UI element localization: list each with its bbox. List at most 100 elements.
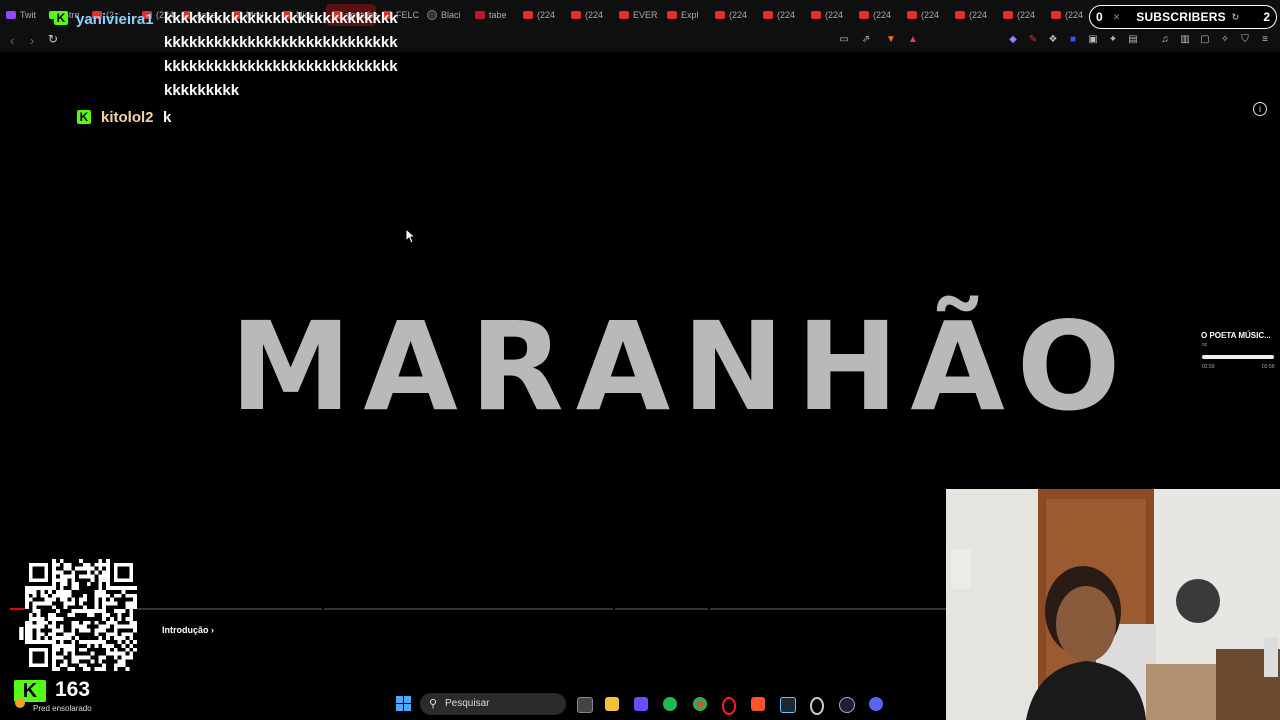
browser-tab[interactable]: (224 bbox=[757, 4, 805, 26]
browser-tab[interactable]: (224 bbox=[853, 4, 901, 26]
youtube-icon bbox=[715, 11, 725, 19]
video-title-card: MARANHÃO bbox=[230, 296, 1133, 438]
video-progress-fill bbox=[10, 608, 25, 610]
youtube-icon bbox=[619, 11, 629, 19]
youtube-icon bbox=[1051, 11, 1061, 19]
chat-text: kkkkkkkkkkkkkkkkkkkkkkkkkkkkkkkkkkkkkkkk… bbox=[164, 10, 398, 99]
subscribers-label: SUBSCRIBERS bbox=[1136, 10, 1226, 24]
tab-label: (224 bbox=[777, 10, 796, 20]
tab-label: (224 bbox=[1017, 10, 1036, 20]
chevron-right-icon: › bbox=[211, 625, 215, 635]
chat-username: yanivieira1 bbox=[76, 11, 154, 28]
subscribers-goal: 0 ✕ SUBSCRIBERS ↻ 2 bbox=[1089, 5, 1277, 29]
task-view-icon[interactable] bbox=[577, 697, 593, 713]
refresh-icon: ↻ bbox=[1231, 11, 1240, 22]
tab-label: (224 bbox=[729, 10, 748, 20]
taskbar-search[interactable]: ⚲ Pesquisar bbox=[420, 693, 566, 715]
tab-label: (224 bbox=[1065, 10, 1084, 20]
search-placeholder: Pesquisar bbox=[445, 698, 490, 709]
youtube-icon bbox=[667, 11, 677, 19]
brave-icon[interactable] bbox=[751, 697, 765, 711]
vpn-icon[interactable]: ⛉ bbox=[1239, 34, 1251, 46]
discord-icon[interactable] bbox=[869, 697, 883, 711]
extension-icon[interactable]: ▣ bbox=[1087, 34, 1099, 46]
browser-tab[interactable]: tabe bbox=[469, 4, 517, 26]
browser-tab[interactable]: Expl bbox=[661, 4, 709, 26]
song-title: O POETA MÚSIC... bbox=[1201, 331, 1271, 340]
back-icon[interactable]: ‹ bbox=[10, 33, 14, 48]
video-progress-bar[interactable] bbox=[10, 608, 946, 610]
share-icon[interactable]: ⇗ bbox=[860, 34, 872, 46]
mouse-cursor-icon bbox=[405, 228, 417, 244]
browser-tab[interactable]: (224 bbox=[997, 4, 1045, 26]
song-time-elapsed: 02:59 bbox=[1202, 364, 1215, 370]
chrome-icon[interactable] bbox=[693, 697, 707, 711]
youtube-icon bbox=[811, 11, 821, 19]
extension-icon[interactable]: ✎ bbox=[1027, 34, 1039, 46]
browser-tab[interactable]: (224 bbox=[805, 4, 853, 26]
browser-tab[interactable]: EVER bbox=[613, 4, 661, 26]
cast-icon[interactable]: ▭ bbox=[838, 34, 850, 46]
song-time-total: 02:59 bbox=[1262, 364, 1275, 370]
subscribers-goal-target: 2 bbox=[1263, 10, 1270, 24]
wallet-icon[interactable]: ▢ bbox=[1199, 34, 1211, 46]
browser-tab[interactable]: (224 bbox=[949, 4, 997, 26]
opera-icon[interactable] bbox=[722, 697, 736, 715]
leo-ai-icon[interactable]: ✧ bbox=[1219, 34, 1231, 46]
browser-tab[interactable]: Twit bbox=[0, 4, 43, 26]
browser-tab[interactable]: (224 bbox=[517, 4, 565, 26]
browser-tab[interactable]: Blaci bbox=[421, 4, 469, 26]
webcam-feed bbox=[946, 489, 1280, 720]
chat-username: kitolol2 bbox=[101, 109, 154, 126]
app-grid-icon[interactable] bbox=[634, 697, 648, 711]
qr-code bbox=[25, 559, 137, 671]
tab-label: (224 bbox=[873, 10, 892, 20]
windows-start-icon[interactable] bbox=[396, 696, 412, 712]
youtube-icon bbox=[523, 11, 533, 19]
spotify-icon[interactable] bbox=[663, 697, 677, 711]
sidebar-icon[interactable]: ▥ bbox=[1179, 34, 1191, 46]
steam-icon[interactable] bbox=[780, 697, 796, 713]
youtube-icon bbox=[907, 11, 917, 19]
forward-icon[interactable]: › bbox=[30, 33, 34, 48]
tab-label: Blaci bbox=[441, 10, 461, 20]
chapter-marker bbox=[322, 608, 324, 610]
tab-label: (224 bbox=[921, 10, 940, 20]
chapter-title[interactable]: Introdução › bbox=[162, 625, 214, 635]
menu-icon[interactable]: ≡ bbox=[1259, 34, 1271, 46]
extension-icon[interactable]: ▤ bbox=[1127, 34, 1139, 46]
browser-tab[interactable]: (224 bbox=[901, 4, 949, 26]
brave-rewards-icon[interactable]: ▲ bbox=[907, 34, 919, 46]
tab-label: (224 bbox=[969, 10, 988, 20]
kick-badge-icon: K bbox=[54, 11, 68, 25]
chapter-marker bbox=[708, 608, 710, 610]
tab-label: (224 bbox=[537, 10, 556, 20]
extension-icon[interactable]: ■ bbox=[1067, 34, 1079, 46]
brave-shield-icon[interactable]: ▼ bbox=[885, 34, 897, 46]
chapter-marker bbox=[613, 608, 615, 610]
youtube-icon bbox=[1003, 11, 1013, 19]
youtube-icon bbox=[955, 11, 965, 19]
extension-icon[interactable]: ❖ bbox=[1047, 34, 1059, 46]
tab-label: (224 bbox=[585, 10, 604, 20]
info-icon[interactable]: i bbox=[1253, 102, 1267, 116]
music-note-icon[interactable]: ♫ bbox=[1159, 34, 1171, 46]
youtube-icon bbox=[571, 11, 581, 19]
twitch-icon bbox=[6, 11, 16, 19]
reload-icon[interactable]: ↻ bbox=[48, 32, 58, 46]
app-icon[interactable] bbox=[839, 697, 855, 713]
puzzle-icon[interactable]: ✦ bbox=[1107, 34, 1119, 46]
viewer-count: 163 bbox=[55, 678, 91, 701]
browser-tab[interactable]: (224 bbox=[565, 4, 613, 26]
gmail-icon bbox=[475, 11, 485, 19]
extension-icon[interactable]: ◆ bbox=[1007, 34, 1019, 46]
song-progress-bar bbox=[1202, 355, 1274, 359]
file-explorer-icon[interactable] bbox=[605, 697, 619, 711]
browser-tab[interactable]: (224 bbox=[709, 4, 757, 26]
tab-label: Twit bbox=[20, 10, 37, 20]
tab-label: tabe bbox=[489, 10, 507, 20]
chapter-label: Introdução bbox=[162, 625, 209, 635]
app-icon[interactable] bbox=[810, 697, 824, 715]
kick-badge-icon: K bbox=[77, 110, 91, 124]
browser-tab[interactable]: (224 bbox=[1045, 4, 1093, 26]
